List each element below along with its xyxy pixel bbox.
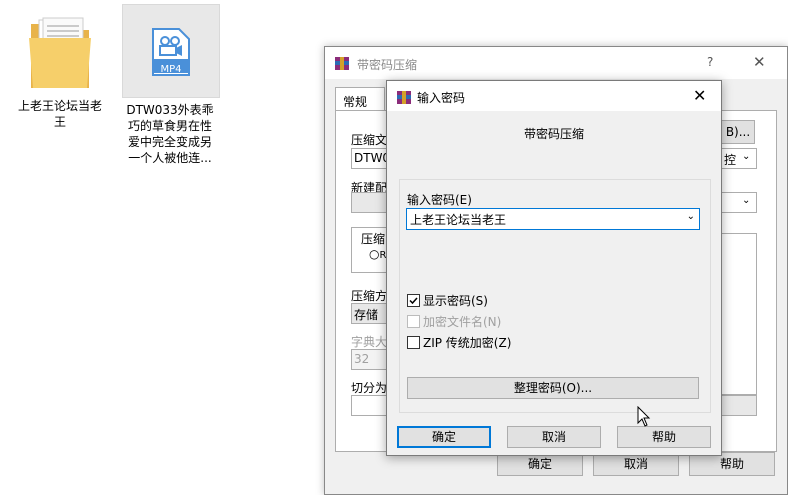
ok-button[interactable]: 确定: [397, 426, 491, 448]
bg-help-label: 帮助: [719, 457, 744, 471]
split-volumes-label: 切分为: [351, 381, 388, 395]
desktop-mp4-file[interactable]: MP4 DTW033外表乖巧的草食男在性爱中完全变成另一个人被他连...: [122, 4, 220, 166]
update-mode-value: 控: [724, 153, 737, 167]
zip-legacy-label: ZIP 传统加密(Z): [423, 336, 512, 350]
dialog-subtitle: 带密码压缩: [523, 127, 584, 141]
browse-label: B)...: [725, 125, 751, 139]
mp4-label: DTW033外表乖巧的草食男在性爱中完全变成另一个人被他连...: [126, 103, 214, 165]
bg-cancel-label: 取消: [623, 457, 648, 471]
winrar-icon: [335, 57, 349, 70]
manage-passwords-label: 整理密码(O)...: [513, 381, 593, 395]
options-listbox[interactable]: [721, 233, 757, 395]
chevron-down-icon[interactable]: ⌄: [687, 211, 695, 222]
cancel-label: 取消: [541, 430, 566, 444]
bg-side-button[interactable]: [721, 395, 757, 416]
desktop-folder[interactable]: 上老王论坛当老王: [12, 8, 108, 130]
tab-general-label: 常规: [343, 95, 368, 109]
folder-icon: [25, 14, 95, 92]
close-icon[interactable]: ✕: [753, 53, 766, 71]
tab-general[interactable]: 常规: [335, 87, 385, 112]
mp4-badge: MP4: [160, 64, 182, 75]
cancel-button[interactable]: 取消: [507, 426, 601, 448]
help-label: 帮助: [651, 430, 676, 444]
show-password-label: 显示密码(S): [423, 294, 488, 308]
dict-size-label: 字典大: [351, 335, 388, 349]
checkmark-icon: [409, 297, 418, 305]
bg-titlebar: 带密码压缩 ? ✕: [325, 47, 787, 79]
dialog-title: 输入密码: [417, 91, 466, 105]
password-value: 上老王论坛当老王: [410, 213, 507, 227]
chevron-down-icon: ⌄: [742, 195, 751, 206]
method-value: 存储: [354, 308, 379, 322]
checkbox-zip-legacy[interactable]: [407, 336, 420, 349]
bg-ok-label: 确定: [527, 457, 552, 471]
dialog-titlebar: 输入密码 ✕: [387, 81, 721, 111]
update-mode-select[interactable]: 控 ⌄: [721, 148, 757, 169]
zip-legacy-checkbox[interactable]: ZIP 传统加密(Z): [407, 334, 511, 351]
bg-window-title: 带密码压缩: [357, 58, 418, 72]
mouse-cursor-icon: [637, 406, 651, 427]
mp4-tile: MP4: [122, 4, 220, 98]
ok-label: 确定: [431, 430, 456, 444]
checkbox-show-password[interactable]: [407, 294, 420, 307]
encrypt-filenames-checkbox[interactable]: 加密文件名(N): [407, 313, 501, 330]
format-radio[interactable]: ○R: [369, 247, 386, 261]
winrar-icon: [397, 91, 411, 104]
browse-button[interactable]: B)...: [721, 120, 755, 144]
help-icon[interactable]: ?: [707, 55, 713, 69]
archive-name-label: 压缩文: [351, 133, 388, 147]
profile-select[interactable]: ⌄: [721, 192, 757, 213]
password-label: 输入密码(E): [407, 193, 472, 207]
manage-passwords-button[interactable]: 整理密码(O)...: [407, 377, 699, 399]
checkbox-encrypt-filenames[interactable]: [407, 315, 420, 328]
enter-password-dialog: 输入密码 ✕ 带密码压缩 输入密码(E) 上老王论坛当老王 ⌄ 显示密码(S) …: [386, 80, 722, 456]
password-combobox[interactable]: 上老王论坛当老王 ⌄: [406, 208, 700, 230]
archive-format-label: 压缩: [361, 232, 386, 246]
method-label: 压缩方: [351, 289, 388, 303]
close-icon[interactable]: ✕: [693, 86, 706, 105]
encrypt-filenames-label: 加密文件名(N): [423, 315, 502, 329]
dict-size-value: 32: [354, 352, 370, 366]
chevron-down-icon: ⌄: [742, 151, 751, 162]
show-password-checkbox[interactable]: 显示密码(S): [407, 292, 488, 309]
help-button[interactable]: 帮助: [617, 426, 711, 448]
folder-label: 上老王论坛当老王: [17, 99, 102, 129]
